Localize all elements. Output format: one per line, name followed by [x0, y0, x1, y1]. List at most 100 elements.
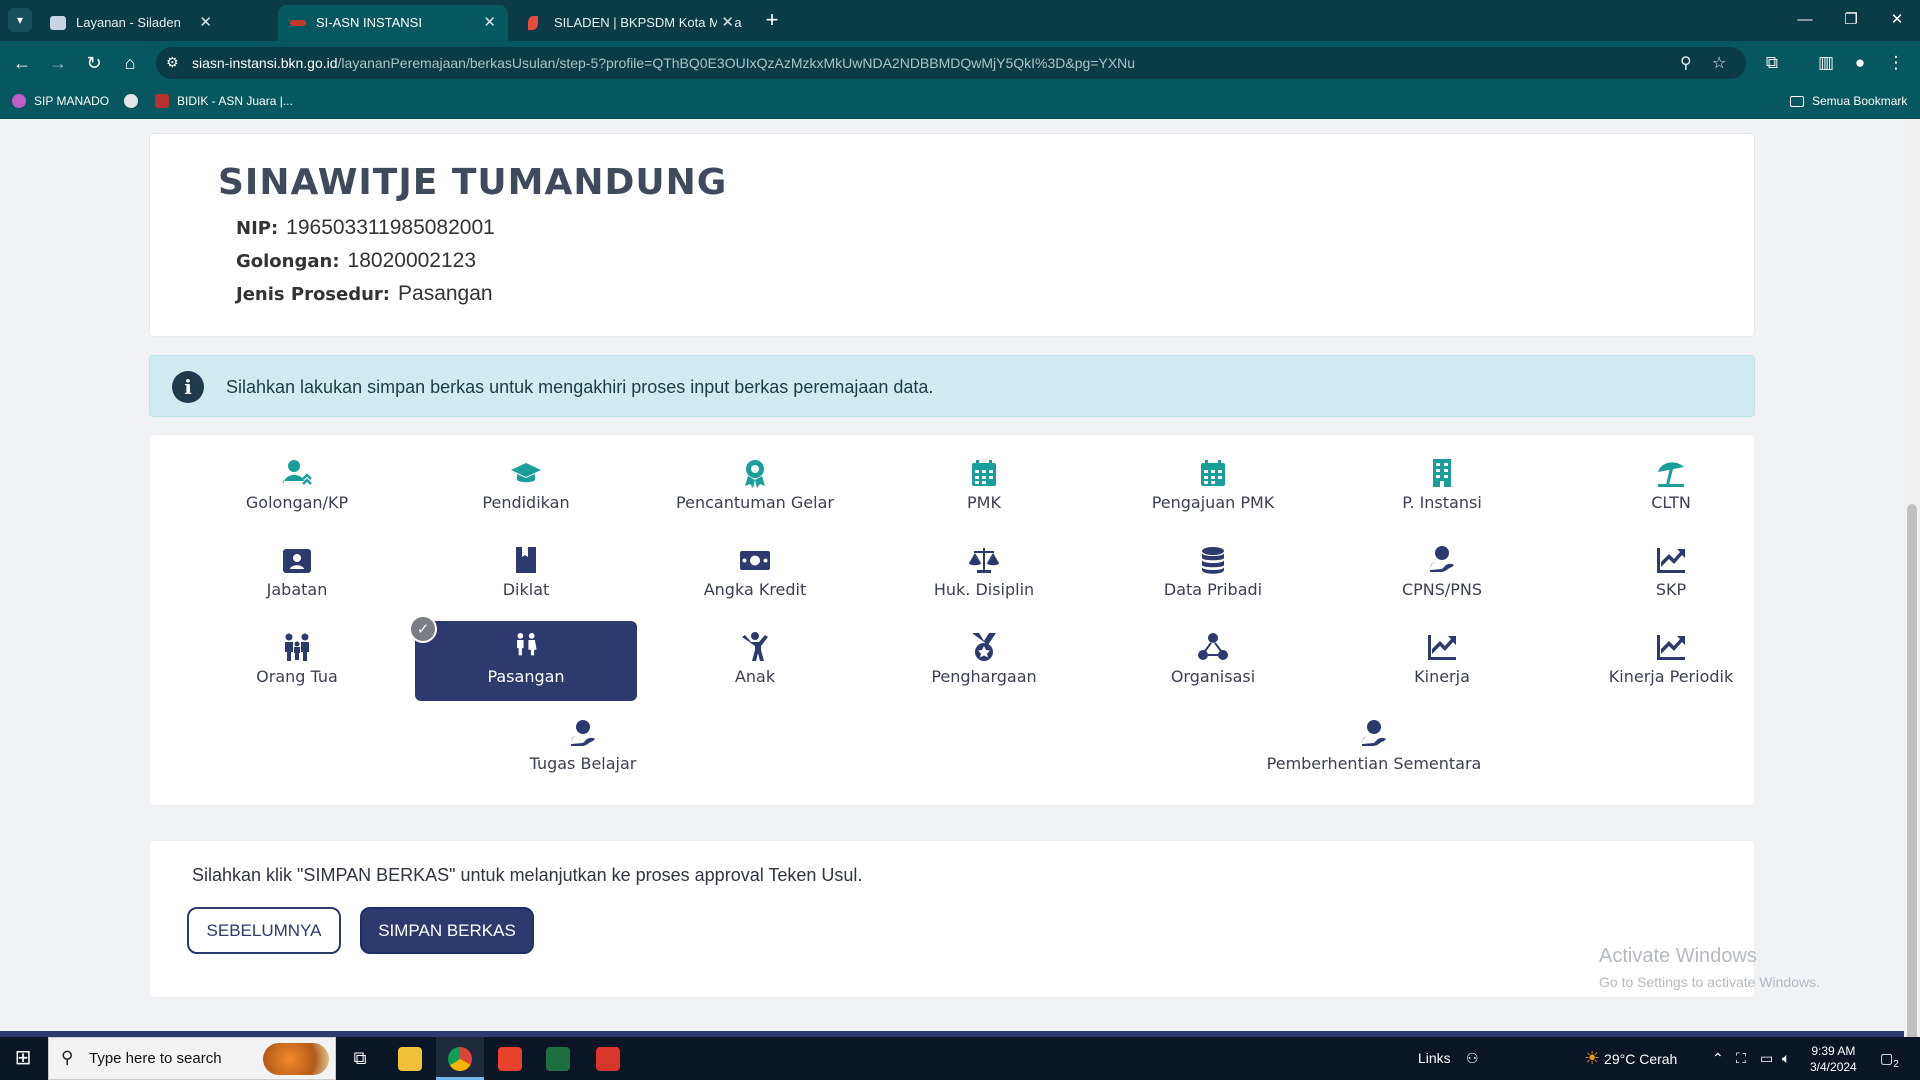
couple-icon: [415, 631, 637, 665]
menu-kebab-icon[interactable]: ⋮: [1880, 47, 1912, 79]
menu-item-orang-tua[interactable]: Orang Tua: [186, 621, 408, 701]
display-icon[interactable]: ▭: [1760, 1037, 1773, 1080]
forward-icon[interactable]: →: [42, 47, 74, 79]
menu-item-angka-kredit[interactable]: Angka Kredit: [644, 534, 866, 614]
minimize-icon[interactable]: —: [1782, 0, 1828, 41]
weather-widget[interactable]: ☀ 29°C Cerah: [1584, 1037, 1677, 1080]
bookmark-label: SIP MANADO: [34, 94, 110, 108]
new-tab-button[interactable]: +: [757, 5, 787, 35]
address-bar[interactable]: ⚙ siasn-instansi.bkn.go.id/layananPerema…: [156, 47, 1746, 79]
notifications-icon[interactable]: ▢2: [1880, 1037, 1899, 1080]
menu-item-pemberhentian-sementara[interactable]: Pemberhentian Sementara: [1244, 708, 1504, 788]
user-hand-icon: [1244, 718, 1504, 752]
home-icon[interactable]: ⌂: [114, 47, 146, 79]
calendar-icon: [873, 457, 1095, 491]
bookmark-sip-manado[interactable]: SIP MANADO: [12, 84, 109, 118]
menu-item-p-instansi[interactable]: P. Instansi: [1331, 447, 1553, 527]
chrome-icon[interactable]: [436, 1037, 484, 1080]
pdf-app-icon[interactable]: [584, 1037, 632, 1080]
page-scrollbar[interactable]: [1904, 119, 1920, 1080]
bkpsdm-favicon-icon: [528, 16, 538, 30]
windows-taskbar: ⊞ ⚲ Type here to search ⧉ Links ⚇ ☀ 29°C…: [0, 1037, 1920, 1080]
menu-item-tugas-belajar[interactable]: Tugas Belajar: [472, 708, 694, 788]
extensions-icon[interactable]: ⧉: [1756, 47, 1788, 79]
tab-si-asn-instansi[interactable]: SI-ASN INSTANSI ✕: [278, 5, 508, 41]
url-host: siasn-instansi.bkn.go.id: [192, 55, 338, 71]
network-icon[interactable]: ⛶: [1736, 1037, 1746, 1080]
menu-item-kinerja-periodik[interactable]: Kinerja Periodik: [1560, 621, 1782, 701]
restore-icon[interactable]: ❐: [1828, 0, 1874, 41]
links-toolbar[interactable]: Links: [1418, 1037, 1451, 1080]
menu-item-organisasi[interactable]: Organisasi: [1102, 621, 1324, 701]
menu-item-label: Anak: [734, 667, 776, 686]
siasn-favicon-icon: [290, 20, 306, 26]
check-icon: ✓: [409, 615, 437, 643]
menu-item-label: P. Instansi: [1402, 493, 1482, 512]
close-icon[interactable]: ✕: [199, 5, 212, 41]
taskbar-search-box[interactable]: ⚲ Type here to search: [48, 1037, 336, 1080]
menu-item-cltn[interactable]: CLTN: [1560, 447, 1782, 527]
back-icon[interactable]: ←: [6, 47, 38, 79]
volume-icon[interactable]: 🔈︎: [1782, 1037, 1790, 1080]
menu-item-pengajuan-pmk[interactable]: Pengajuan PMK: [1102, 447, 1324, 527]
windows-start-icon[interactable]: ⊞: [0, 1037, 46, 1080]
system-clock[interactable]: 9:39 AM 3/4/2024: [1810, 1043, 1857, 1075]
menu-item-diklat[interactable]: Diklat: [415, 534, 637, 614]
browser-toolbar: ← → ↻ ⌂ ⚙ siasn-instansi.bkn.go.id/layan…: [0, 41, 1920, 84]
clock-date: 3/4/2024: [1810, 1060, 1857, 1074]
golongan-value: 18020002123: [347, 249, 477, 272]
folder-icon: [1790, 96, 1804, 107]
bookmarks-bar: SIP MANADO BIDIK - ASN Juara |... Semua …: [0, 84, 1920, 119]
scrollbar-thumb[interactable]: [1907, 504, 1917, 1080]
menu-item-pasangan[interactable]: Pasangan ✓: [409, 615, 637, 701]
task-view-icon[interactable]: ⧉: [336, 1037, 384, 1080]
menu-item-label: Pencantuman Gelar: [676, 493, 834, 512]
tab-layanan-siladen[interactable]: Layanan - Siladen ✕: [38, 5, 224, 41]
menu-item-kinerja[interactable]: Kinerja: [1331, 621, 1553, 701]
tab-siladen-bkpsdm[interactable]: SILADEN | BKPSDM Kota Mana ✕: [516, 5, 746, 41]
profile-icon[interactable]: ●: [1844, 47, 1876, 79]
all-bookmarks[interactable]: Semua Bookmark: [1790, 84, 1907, 118]
site-info-icon[interactable]: ⚙: [166, 54, 179, 71]
reload-icon[interactable]: ↻: [78, 47, 110, 79]
menu-item-label: Kinerja Periodik: [1608, 667, 1734, 686]
weather-icon: ☀: [1584, 1048, 1601, 1068]
menu-item-golongan-kp[interactable]: Golongan/KP: [186, 447, 408, 527]
menu-item-anak[interactable]: Anak: [644, 621, 866, 701]
action-card: Silahkan klik "SIMPAN BERKAS" untuk mela…: [149, 840, 1755, 998]
url-text: siasn-instansi.bkn.go.id/layananPeremaja…: [192, 47, 1135, 79]
show-hidden-icons-icon[interactable]: ⌃: [1712, 1037, 1724, 1080]
menu-item-label: Jabatan: [266, 580, 328, 599]
menu-item-label: Data Pribadi: [1163, 580, 1263, 599]
excel-icon[interactable]: [534, 1037, 582, 1080]
menu-item-jabatan[interactable]: Jabatan: [186, 534, 408, 614]
bookmark-separator-icon[interactable]: [124, 84, 146, 118]
file-explorer-icon[interactable]: [386, 1037, 434, 1080]
database-icon: [1102, 544, 1324, 578]
tab-search-icon[interactable]: ▾: [8, 8, 32, 32]
menu-item-huk-disiplin[interactable]: Huk. Disiplin: [873, 534, 1095, 614]
save-files-button[interactable]: SIMPAN BERKAS: [360, 907, 534, 954]
menu-item-pencantuman-gelar[interactable]: Pencantuman Gelar: [644, 447, 866, 527]
menu-item-skp[interactable]: SKP: [1560, 534, 1782, 614]
side-panel-icon[interactable]: ▥: [1810, 47, 1842, 79]
menu-item-pendidikan[interactable]: Pendidikan: [415, 447, 637, 527]
people-icon[interactable]: ⚇: [1466, 1037, 1479, 1080]
anydesk-icon[interactable]: [486, 1037, 534, 1080]
menu-item-cpns-pns[interactable]: CPNS/PNS: [1331, 534, 1553, 614]
zoom-icon[interactable]: ⚲: [1680, 53, 1692, 73]
bookmark-star-icon[interactable]: ☆: [1712, 53, 1726, 73]
tab-title: SILADEN | BKPSDM Kota Mana: [554, 15, 742, 30]
previous-button[interactable]: SEBELUMNYA: [187, 907, 341, 954]
menu-item-pmk[interactable]: PMK: [873, 447, 1095, 527]
menu-item-penghargaan[interactable]: Penghargaan: [873, 621, 1095, 701]
menu-item-data-pribadi[interactable]: Data Pribadi: [1102, 534, 1324, 614]
bookmark-bidik[interactable]: BIDIK - ASN Juara |...: [155, 84, 293, 118]
window-close-icon[interactable]: ✕: [1874, 0, 1920, 41]
tab-title: Layanan - Siladen: [76, 15, 181, 30]
book-icon: [415, 544, 637, 578]
award-icon: [644, 457, 866, 491]
close-icon[interactable]: ✕: [483, 5, 496, 41]
close-icon[interactable]: ✕: [717, 5, 734, 41]
chart-line-icon: [1560, 631, 1782, 665]
